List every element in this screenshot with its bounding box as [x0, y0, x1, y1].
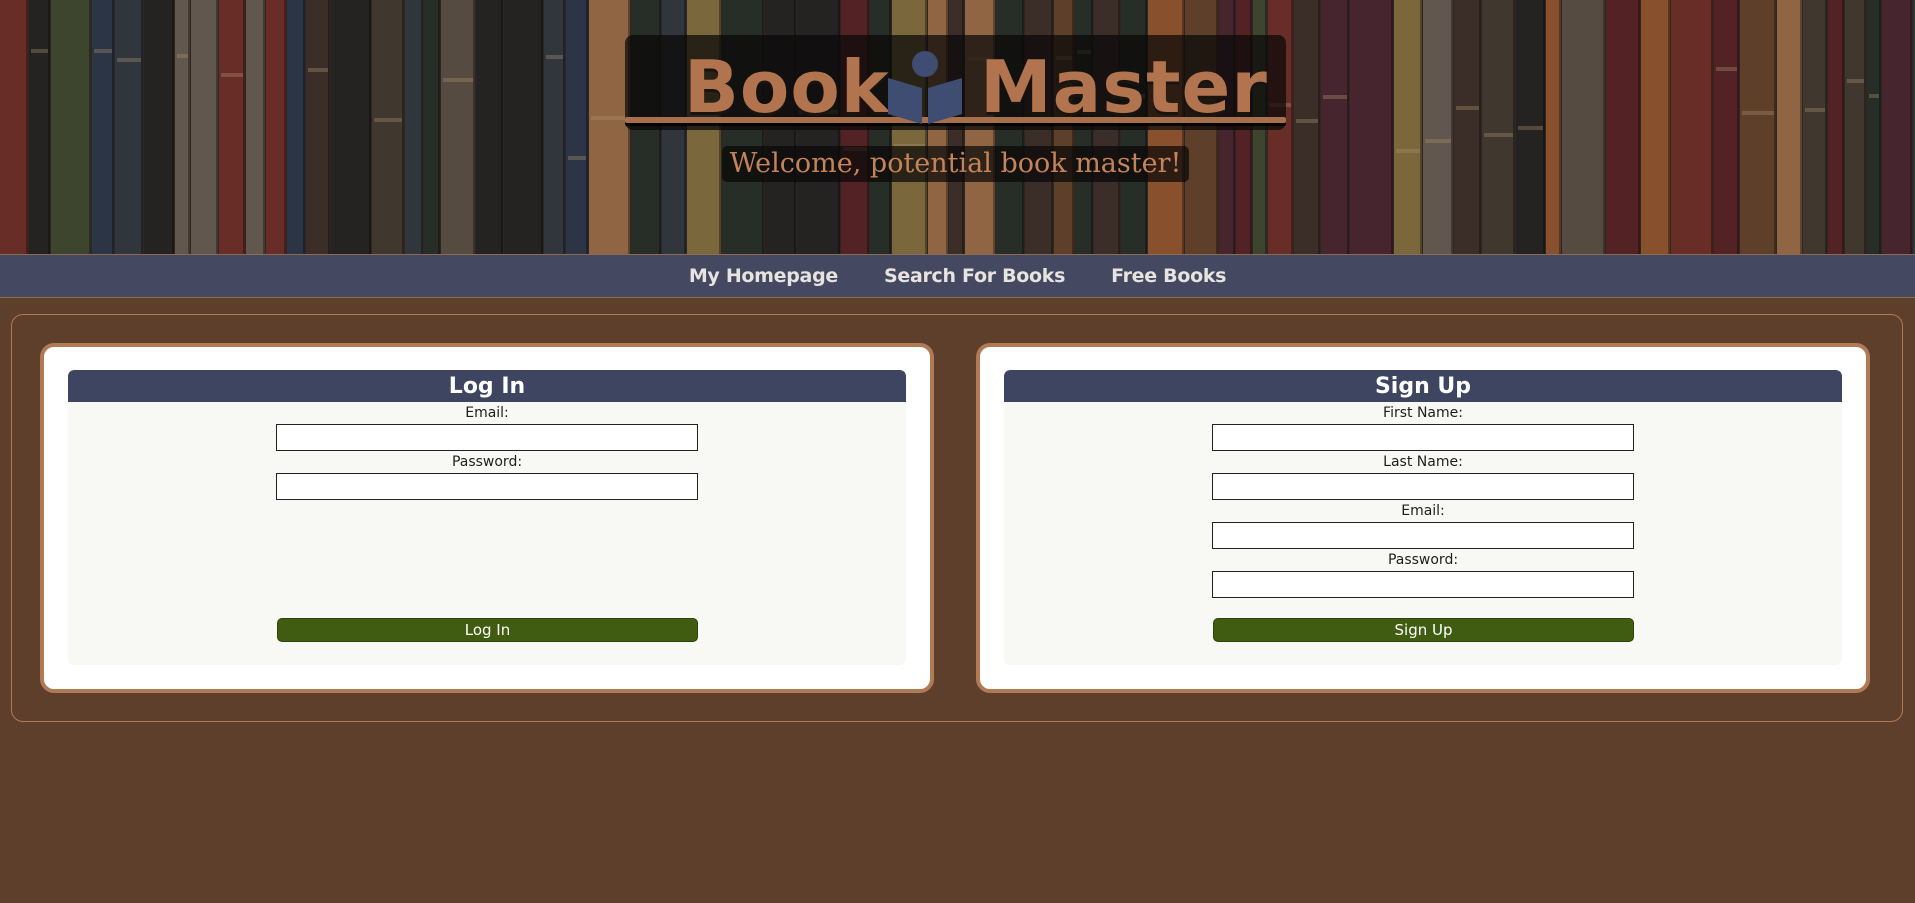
- logo-text-book: Book: [684, 45, 890, 129]
- signup-password-label: Password:: [1387, 552, 1459, 568]
- logo-text-master: Master: [980, 45, 1268, 129]
- nav-search-for-books[interactable]: Search For Books: [884, 265, 1065, 287]
- signup-password-field[interactable]: [1212, 571, 1634, 598]
- signup-title: Sign Up: [1004, 370, 1842, 402]
- signup-form: First Name: Last Name: Email: Password:: [1004, 402, 1842, 598]
- login-password-label: Password:: [451, 454, 523, 470]
- login-title: Log In: [68, 370, 906, 402]
- login-email-label: Email:: [465, 405, 509, 421]
- login-card: Log In Email: Password: Log In: [40, 343, 934, 693]
- signup-panel: Sign Up First Name: Last Name: Email: Pa…: [1004, 370, 1842, 665]
- login-panel: Log In Email: Password: Log In: [68, 370, 906, 665]
- nav-free-books[interactable]: Free Books: [1111, 265, 1226, 287]
- signup-email-field[interactable]: [1212, 522, 1634, 549]
- main-nav: My Homepage Search For Books Free Books: [0, 254, 1915, 298]
- login-password-field[interactable]: [276, 473, 698, 500]
- signup-email-label: Email:: [1401, 503, 1445, 519]
- signup-card: Sign Up First Name: Last Name: Email: Pa…: [976, 343, 1870, 693]
- welcome-tagline: Welcome, potential book master!: [729, 148, 1182, 179]
- signup-last-name-field[interactable]: [1212, 473, 1634, 500]
- nav-my-homepage[interactable]: My Homepage: [689, 265, 838, 287]
- signup-button[interactable]: Sign Up: [1213, 618, 1634, 642]
- signup-first-name-field[interactable]: [1212, 424, 1634, 451]
- login-email-field[interactable]: [276, 424, 698, 451]
- signup-first-name-label: First Name:: [1383, 405, 1463, 421]
- reader-icon: [888, 51, 962, 124]
- signup-last-name-label: Last Name:: [1383, 454, 1463, 470]
- login-button[interactable]: Log In: [277, 618, 698, 642]
- login-form: Email: Password:: [68, 402, 906, 500]
